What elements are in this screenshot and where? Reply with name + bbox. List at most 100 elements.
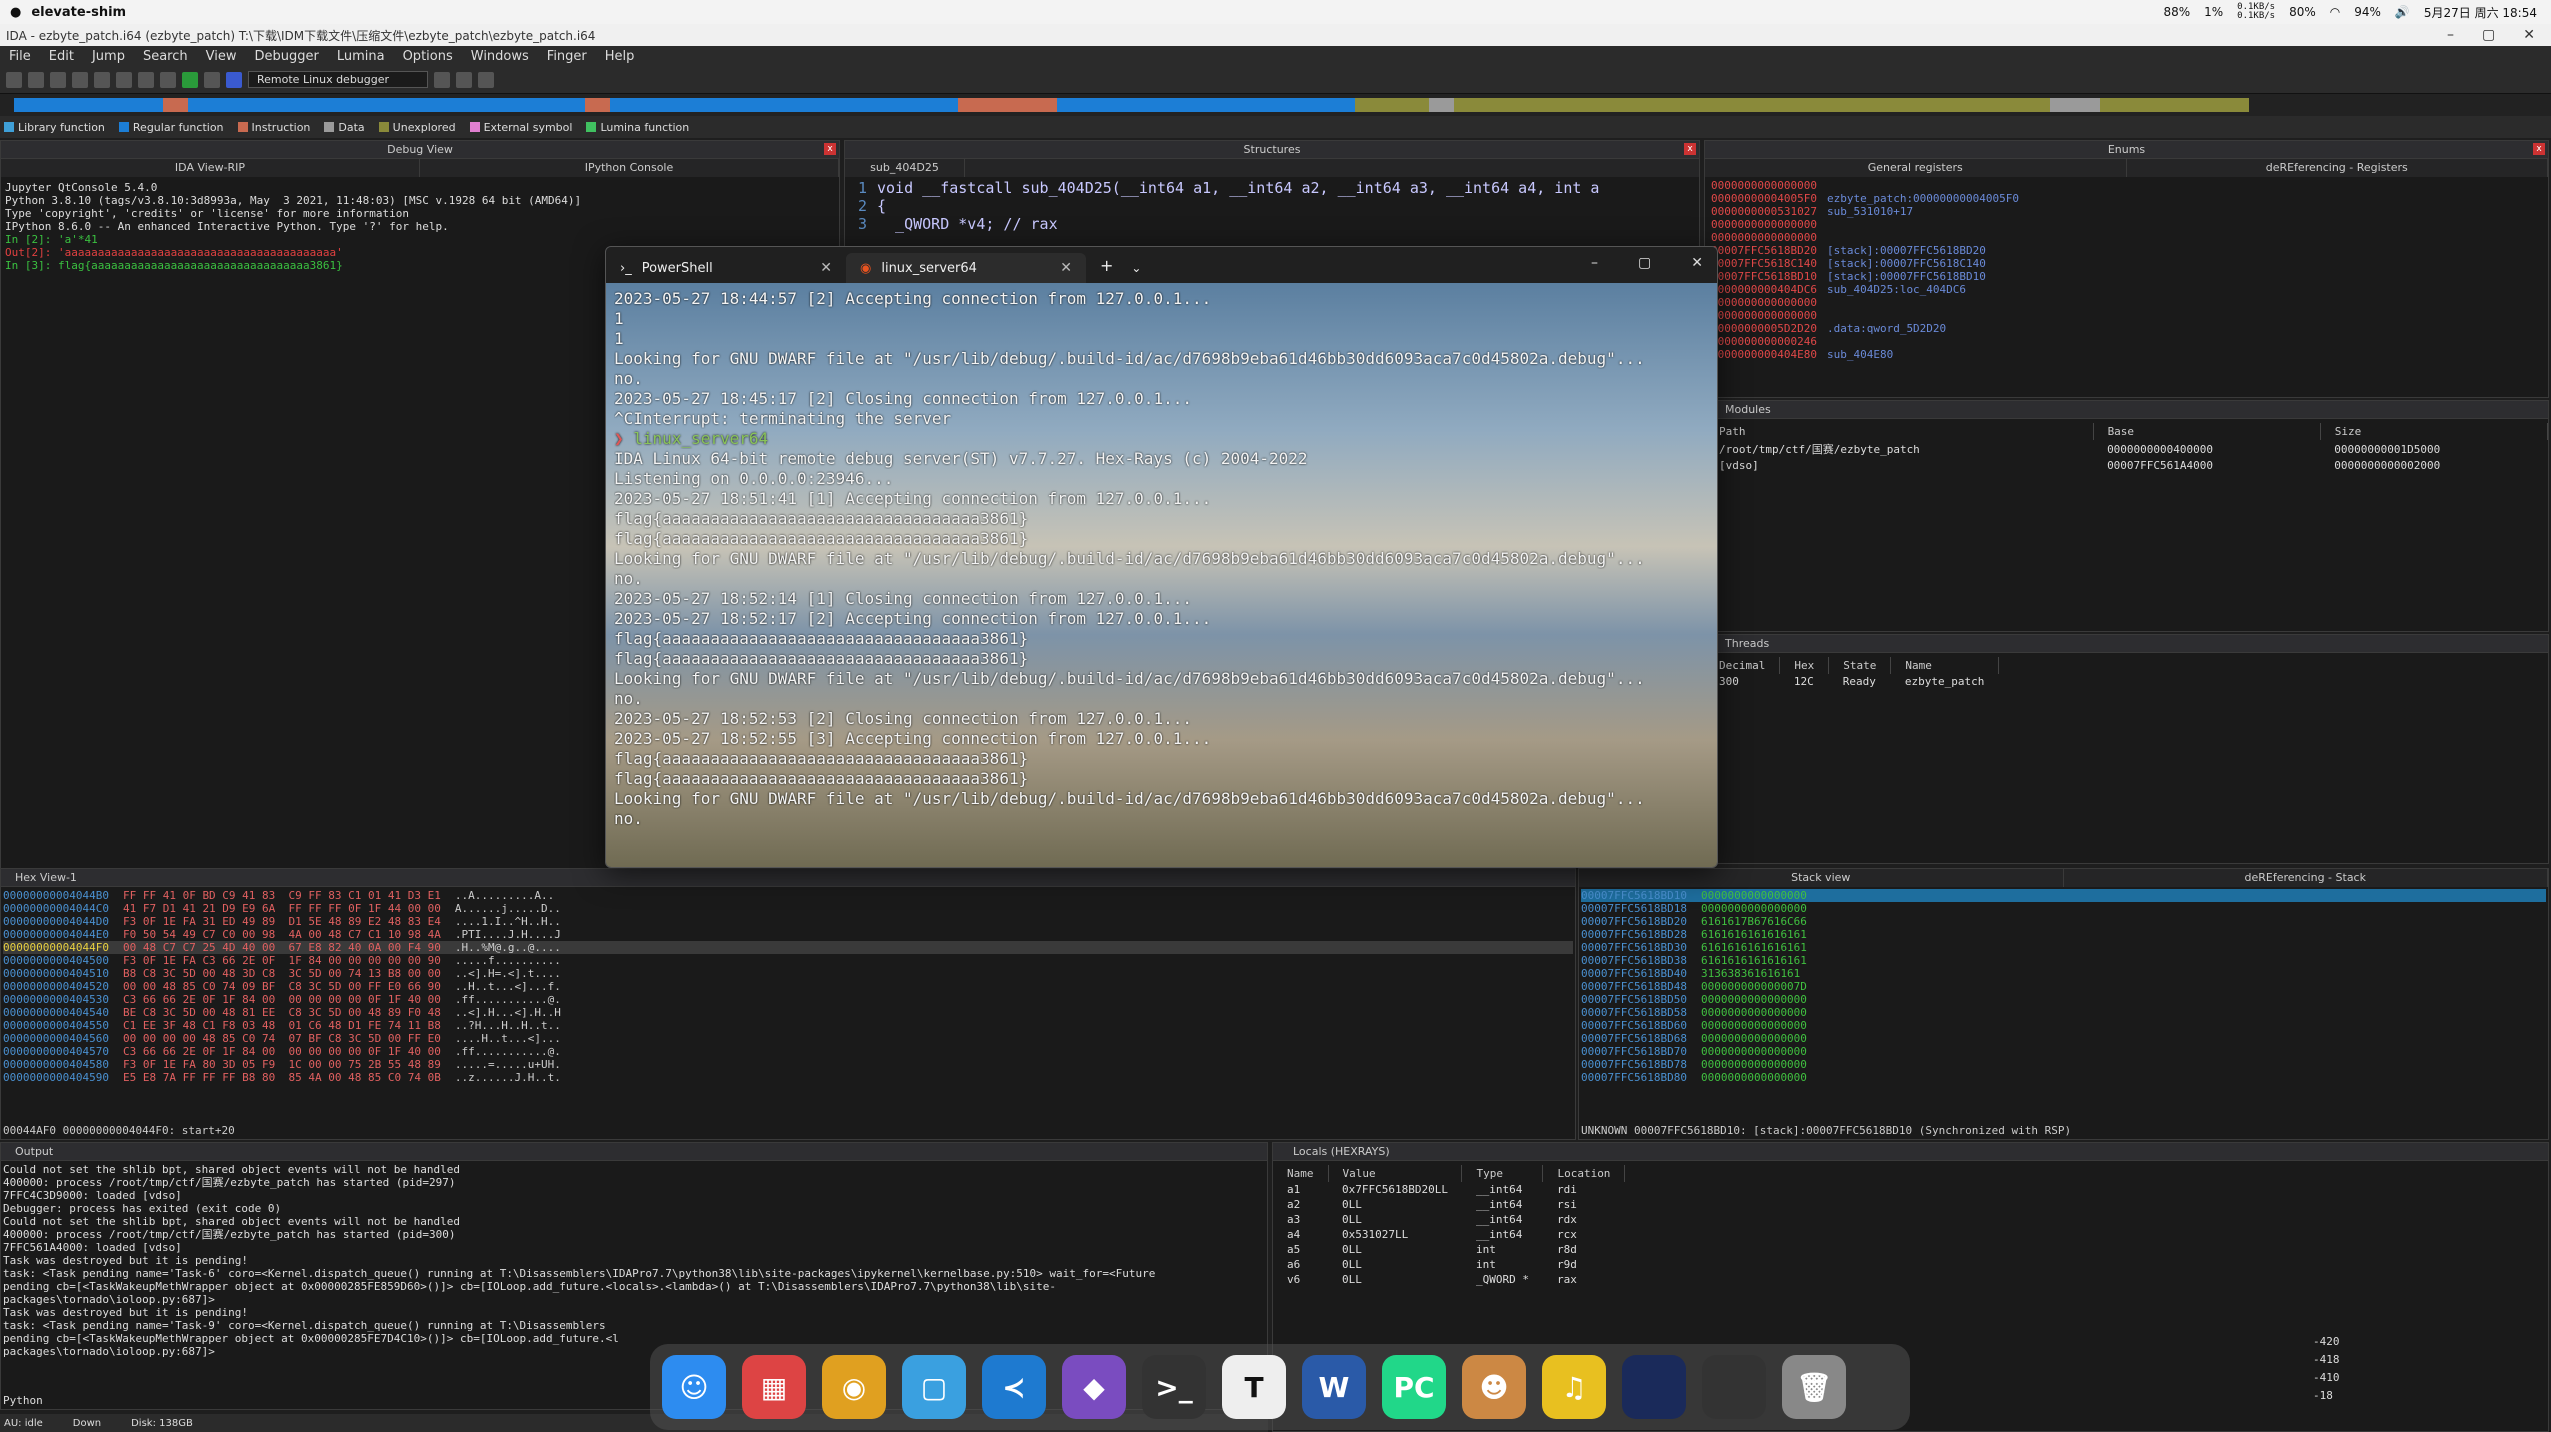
back-icon[interactable] — [50, 71, 66, 88]
stack-row[interactable]: 00007FFC5618BD78 0000000000000000 — [1581, 1058, 2546, 1071]
nav-segment[interactable] — [2099, 98, 2249, 112]
nav-segment[interactable] — [957, 98, 1057, 112]
step-over-icon[interactable] — [456, 71, 472, 88]
register-row[interactable]: 0000000000000000 — [1711, 296, 2542, 309]
close-icon[interactable]: x — [2533, 143, 2545, 155]
hex-row[interactable]: 0000000000404530 C3 66 66 2E 0F 1F 84 00 … — [3, 993, 1573, 1006]
hex-row[interactable]: 00000000004044C0 41 F7 D1 41 21 D9 E9 6A … — [3, 902, 1573, 915]
nav-segment[interactable] — [1354, 98, 1430, 112]
menu-file[interactable]: File — [0, 49, 40, 64]
dock-trash-icon[interactable]: 🗑 — [1782, 1355, 1846, 1419]
dock-music-icon[interactable]: ♫ — [1542, 1355, 1606, 1419]
hex-row[interactable]: 0000000000404570 C3 66 66 2E 0F 1F 84 00 … — [3, 1045, 1573, 1058]
column-header[interactable]: Name — [1890, 657, 1999, 674]
maximize-icon[interactable]: ▢ — [1638, 255, 1651, 271]
table-row[interactable]: a1 0x7FFC5618BD20LL __int64 rdi — [1273, 1182, 1625, 1197]
active-app-name[interactable]: elevate-shim — [31, 5, 126, 20]
graph-icon[interactable] — [160, 71, 176, 88]
column-header[interactable]: State — [1828, 657, 1892, 674]
cpu-indicator[interactable]: 1% — [2204, 5, 2223, 19]
hex-row[interactable]: 0000000000404520 00 00 48 85 C0 74 09 BF … — [3, 980, 1573, 993]
stack-list[interactable]: 00007FFC5618BD10 0000000000000000 00007FFC… — [1579, 887, 2548, 1086]
stack-row[interactable]: 00007FFC5618BD10 0000000000000000 — [1581, 889, 2546, 902]
nav-segment[interactable] — [609, 98, 958, 112]
table-row[interactable]: a4 0x531027LL __int64 rcx — [1273, 1227, 1625, 1242]
apple-icon[interactable]: ● — [10, 5, 21, 20]
register-row[interactable]: 0000000000531027 sub_531010+17 — [1711, 205, 2542, 218]
debugger-select[interactable]: Remote Linux debugger — [248, 71, 428, 88]
menu-help[interactable]: Help — [596, 49, 644, 64]
volume-icon[interactable]: 🔊 — [2395, 5, 2410, 19]
forward-icon[interactable] — [72, 71, 88, 88]
stack-row[interactable]: 00007FFC5618BD50 0000000000000000 — [1581, 993, 2546, 1006]
dock-terminal-icon[interactable]: >_ — [1142, 1355, 1206, 1419]
menu-jump[interactable]: Jump — [83, 49, 134, 64]
tab-general-registers[interactable]: General registers — [1705, 159, 2127, 177]
column-header[interactable]: Value — [1328, 1165, 1463, 1182]
hex-row[interactable]: 0000000000404540 BE C8 3C 5D 00 48 81 EE … — [3, 1006, 1573, 1019]
nav-segment[interactable] — [1056, 98, 1355, 112]
nav-segment[interactable] — [1429, 98, 1455, 112]
close-tab-icon[interactable]: ✕ — [820, 260, 832, 276]
column-header[interactable]: Hex — [1779, 657, 1830, 674]
menu-search[interactable]: Search — [134, 49, 197, 64]
locals-table[interactable]: Name Value Type Location a1 0x7FFC5618BD20LL _… — [1273, 1165, 1626, 1287]
register-row[interactable]: 0000000000000000 — [1711, 218, 2542, 231]
register-row[interactable]: 00007FFC5618BD10 [stack]:00007FFC5618BD10 — [1711, 270, 2542, 283]
table-row[interactable]: a5 0LL int r8d — [1273, 1242, 1625, 1257]
open-icon[interactable] — [6, 71, 22, 88]
dock-vscode-icon[interactable]: ≺ — [982, 1355, 1046, 1419]
stack-row[interactable]: 00007FFC5618BD18 0000000000000000 — [1581, 902, 2546, 915]
tab-deref-stack[interactable]: deREferencing - Stack — [2064, 869, 2548, 887]
menu-debugger[interactable]: Debugger — [245, 49, 327, 64]
hex-row[interactable]: 00000000004044E0 F0 50 54 49 C7 C0 00 98 … — [3, 928, 1573, 941]
table-row[interactable]: [vdso] 00007FFC561A4000 0000000000002000 — [1705, 458, 2548, 473]
register-row[interactable]: 0000000000404E80 sub_404E80 — [1711, 348, 2542, 361]
dock-chrome-icon[interactable]: ◉ — [822, 1355, 886, 1419]
table-row[interactable]: v6 0LL _QWORD * rax — [1273, 1272, 1625, 1287]
nav-segment[interactable] — [1454, 98, 2051, 112]
modules-table[interactable]: Path Base Size/root/tmp/ctf/国赛/ezbyte_patc… — [1705, 423, 2548, 473]
menu-view[interactable]: View — [197, 49, 246, 64]
stack-row[interactable]: 00007FFC5618BD28 6161616161616161 — [1581, 928, 2546, 941]
tab-ida-view[interactable]: IDA View-RIP — [1, 159, 420, 177]
nav-segment[interactable] — [163, 98, 188, 112]
stack-row[interactable]: 00007FFC5618BD38 6161616161616161 — [1581, 954, 2546, 967]
step-into-icon[interactable] — [434, 71, 450, 88]
tab-pseudocode[interactable]: sub_404D25 — [845, 159, 965, 177]
hex-row[interactable]: 0000000000404590 E5 E8 7A FF FF FF B8 80 … — [3, 1071, 1573, 1084]
register-row[interactable]: 0000000000000000 — [1711, 179, 2542, 192]
table-row[interactable]: a3 0LL __int64 rdx — [1273, 1212, 1625, 1227]
close-button[interactable]: ✕ — [2523, 27, 2535, 43]
menu-finger[interactable]: Finger — [538, 49, 596, 64]
tab-stack-view[interactable]: Stack view — [1579, 869, 2064, 887]
wifi-icon[interactable]: ◠ — [2330, 5, 2340, 19]
dock-pycharm-icon[interactable]: PC — [1382, 1355, 1446, 1419]
copy-icon[interactable] — [94, 71, 110, 88]
paste-icon[interactable] — [116, 71, 132, 88]
stop-icon[interactable] — [226, 71, 242, 88]
table-row[interactable]: 300 12C Ready ezbyte_patch — [1705, 674, 1998, 689]
pseudocode-view[interactable]: 1 void __fastcall sub_404D25(__int64 a1, … — [845, 177, 1699, 235]
column-header[interactable]: Base — [2093, 423, 2321, 440]
net-indicator[interactable]: 0.1KB/s 0.1KB/s — [2237, 3, 2275, 21]
hex-row[interactable]: 0000000000404550 C1 EE 3F 48 C1 F8 03 48 … — [3, 1019, 1573, 1032]
table-row[interactable]: /root/tmp/ctf/国赛/ezbyte_patch 00000000004… — [1705, 440, 2548, 458]
maximize-button[interactable]: ▢ — [2482, 27, 2495, 43]
hex-row[interactable]: 00000000004044D0 F3 0F 1E FA 31 ED 49 89 … — [3, 915, 1573, 928]
dock-window-thumb-2-icon[interactable] — [1702, 1355, 1766, 1419]
hex-row[interactable]: 00000000004044F0 00 48 C7 C7 25 4D 40 00 … — [3, 941, 1573, 954]
table-row[interactable]: a6 0LL int r9d — [1273, 1257, 1625, 1272]
column-header[interactable]: Size — [2320, 423, 2548, 440]
hex-row[interactable]: 00000000004044B0 FF FF 41 0F BD C9 41 83 … — [3, 889, 1573, 902]
dock-finder-icon[interactable]: ☺ — [662, 1355, 726, 1419]
output-log[interactable]: Could not set the shlib bpt, shared obje… — [1, 1161, 1267, 1360]
hex-row[interactable]: 0000000000404500 F3 0F 1E FA C3 66 2E 0F … — [3, 954, 1573, 967]
hex-dump[interactable]: 00000000004044B0 FF FF 41 0F BD C9 41 83 … — [1, 887, 1575, 1086]
close-icon[interactable]: x — [824, 143, 836, 155]
dock-window-thumb-1-icon[interactable] — [1622, 1355, 1686, 1419]
tab-deref-registers[interactable]: deREferencing - Registers — [2127, 159, 2548, 177]
breakpoint-icon[interactable] — [478, 71, 494, 88]
hex-row[interactable]: 0000000000404580 F3 0F 1E FA 80 3D 05 F9 … — [3, 1058, 1573, 1071]
register-row[interactable]: 0000000000000000 — [1711, 231, 2542, 244]
